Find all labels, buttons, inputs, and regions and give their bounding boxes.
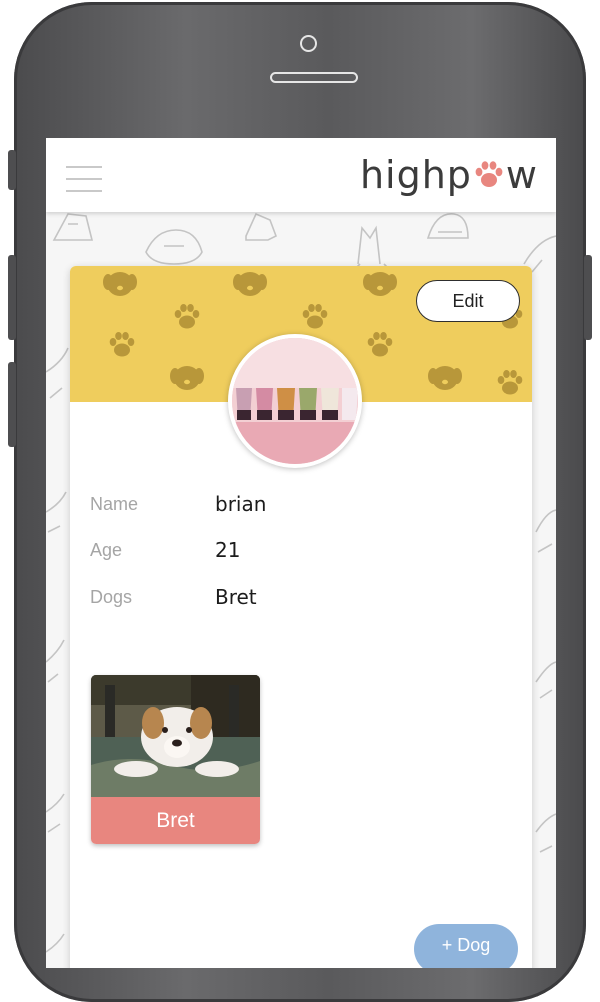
dog-doodle-icon xyxy=(535,661,556,699)
profile-dogs-row: Dogs Bret xyxy=(90,582,257,612)
hamburger-menu-icon[interactable] xyxy=(66,166,102,192)
earpiece-speaker xyxy=(270,72,358,83)
phone-volume-down xyxy=(8,362,16,447)
dog-doodle-icon xyxy=(245,212,278,241)
dog-head-icon xyxy=(170,366,204,390)
dog-doodle-icon xyxy=(46,347,69,399)
dog-doodle-icon xyxy=(46,793,65,833)
paw-icon xyxy=(497,370,523,395)
name-label: Name xyxy=(90,493,139,514)
dog-doodle-icon xyxy=(535,509,556,553)
dog-doodle-icon xyxy=(52,213,94,241)
dog-doodle-icon xyxy=(535,813,556,853)
name-value: brian xyxy=(215,492,267,516)
paw-icon xyxy=(109,332,135,357)
dog-head-icon xyxy=(363,272,397,296)
paw-logo-icon xyxy=(475,161,503,187)
highpaw-logo[interactable]: highp w xyxy=(360,150,538,200)
dog-doodle-icon xyxy=(145,229,203,265)
dog-doodle-icon xyxy=(46,639,65,683)
profile-card: Edit Name brian Age 21 Dogs Bret Bret xyxy=(70,266,532,968)
app-header: highp w xyxy=(46,138,556,212)
dog-doodle-icon xyxy=(426,213,469,239)
bubble-tea-photo xyxy=(232,338,358,464)
paw-icon xyxy=(367,332,393,357)
paw-icon xyxy=(302,304,328,329)
app-screen: highp w Edit Name brian Age 21 Dogs Bret… xyxy=(46,138,556,968)
dogs-label: Dogs xyxy=(90,586,133,607)
phone-side-button-top xyxy=(8,150,16,190)
logo-text-suffix: w xyxy=(505,153,538,197)
dog-photo xyxy=(91,675,260,797)
age-value: 21 xyxy=(215,538,241,562)
profile-name-row: Name brian xyxy=(90,489,266,519)
logo-text-prefix: highp xyxy=(359,153,472,197)
dog-name-label: Bret xyxy=(91,797,260,844)
add-dog-button[interactable]: + Dog xyxy=(414,924,518,968)
dog-card[interactable]: Bret xyxy=(91,675,260,844)
profile-age-row: Age 21 xyxy=(90,535,240,565)
dog-head-icon xyxy=(428,366,462,390)
dog-head-icon xyxy=(233,272,267,296)
front-camera xyxy=(300,35,317,52)
dog-doodle-icon xyxy=(46,491,67,533)
age-label: Age xyxy=(90,539,123,560)
edit-profile-button[interactable]: Edit xyxy=(416,280,520,322)
phone-volume-up xyxy=(8,255,16,340)
dog-head-icon xyxy=(103,272,137,296)
dogs-value: Bret xyxy=(215,585,257,609)
dog-doodle-icon xyxy=(46,933,65,953)
phone-power-button xyxy=(584,255,592,340)
paw-icon xyxy=(174,304,200,329)
profile-avatar[interactable] xyxy=(228,334,362,468)
dog-doodle-icon xyxy=(353,225,391,271)
